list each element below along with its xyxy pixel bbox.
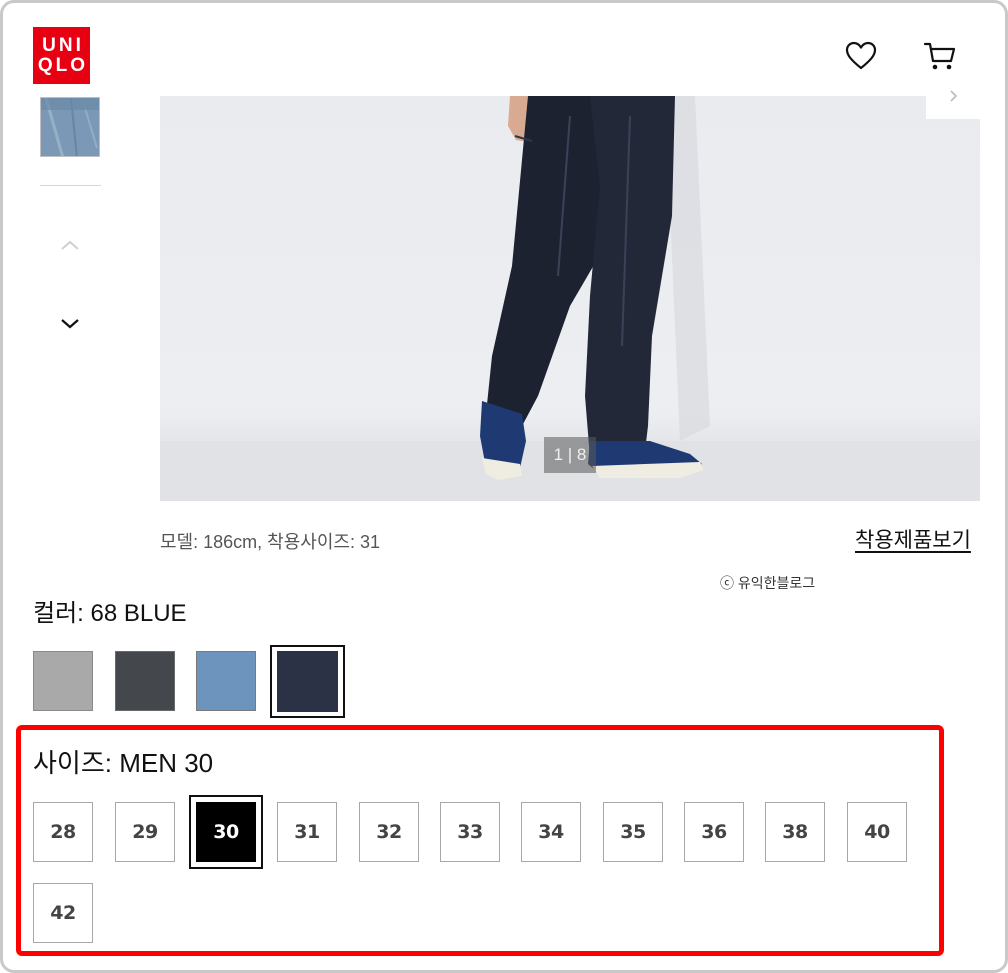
color-swatch-gray[interactable] — [33, 651, 93, 711]
size-option-32[interactable]: 32 — [359, 802, 419, 862]
thumbnail-divider — [40, 185, 101, 186]
size-option-30[interactable]: 30 — [196, 802, 256, 862]
image-counter: 1 | 8 — [544, 437, 596, 473]
color-swatch-blue[interactable] — [277, 651, 338, 712]
size-option-31[interactable]: 31 — [277, 802, 337, 862]
uniqlo-logo[interactable]: UNI QLO — [33, 27, 90, 84]
chevron-down-icon[interactable] — [58, 312, 82, 336]
heart-icon[interactable] — [844, 39, 878, 73]
size-option-36[interactable]: 36 — [684, 802, 744, 862]
watermark-text: ⓒ 유익한블로그 — [720, 575, 816, 591]
size-option-34[interactable]: 34 — [521, 802, 581, 862]
size-option-29[interactable]: 29 — [115, 802, 175, 862]
size-option-42[interactable]: 42 — [33, 883, 93, 943]
color-swatch-dark-gray[interactable] — [115, 651, 175, 711]
logo-text-bottom: QLO — [37, 54, 89, 76]
chevron-right-icon[interactable] — [926, 72, 980, 119]
thumbnail-jeans-detail[interactable] — [40, 97, 100, 157]
size-option-28[interactable]: 28 — [33, 802, 93, 862]
cart-icon[interactable] — [923, 39, 957, 73]
logo-text-top: UNI — [42, 34, 84, 56]
size-option-35[interactable]: 35 — [603, 802, 663, 862]
size-option-38[interactable]: 38 — [765, 802, 825, 862]
color-label: 컬러: 68 BLUE — [33, 600, 187, 627]
size-option-33[interactable]: 33 — [440, 802, 500, 862]
size-option-40[interactable]: 40 — [847, 802, 907, 862]
chevron-up-icon[interactable] — [58, 233, 82, 257]
model-size-info: 모델: 186cm, 착용사이즈: 31 — [160, 532, 380, 552]
size-label: 사이즈: MEN 30 — [33, 748, 214, 778]
view-worn-products-link[interactable]: 착용제품보기 — [855, 524, 971, 554]
color-swatch-light-blue[interactable] — [196, 651, 256, 711]
